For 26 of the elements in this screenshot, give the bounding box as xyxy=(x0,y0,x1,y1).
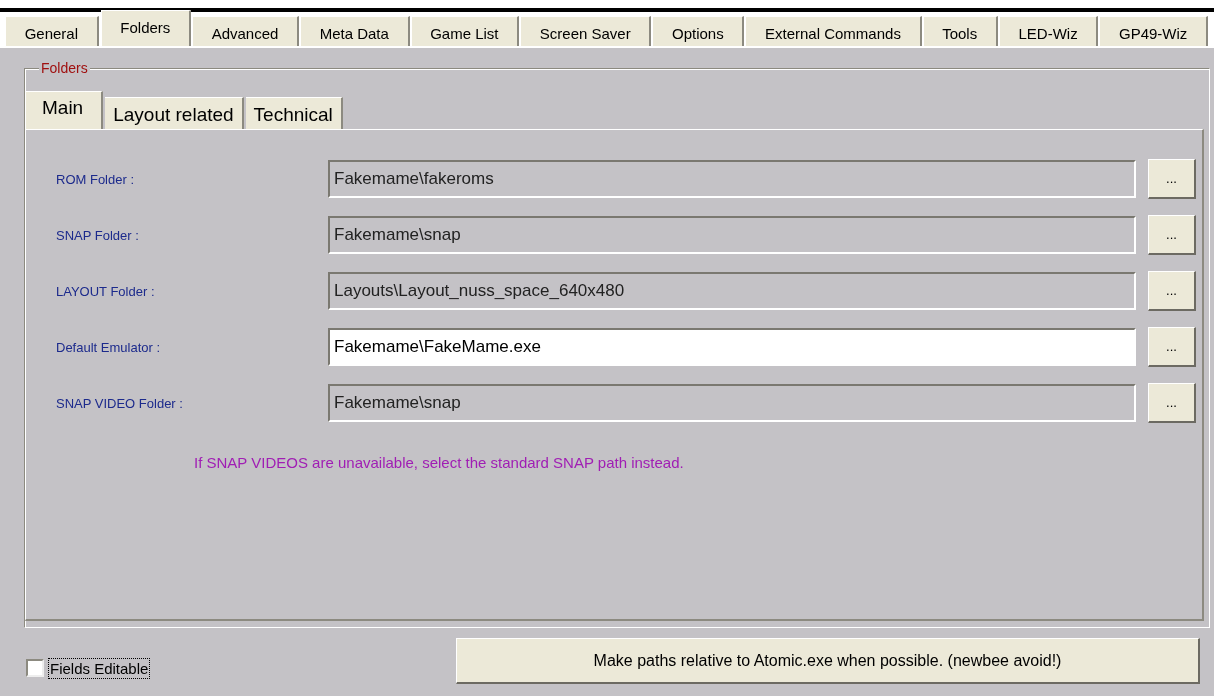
tab[interactable]: Meta Data xyxy=(301,16,410,46)
checkbox[interactable] xyxy=(26,659,44,677)
field-label: SNAP VIDEO Folder : xyxy=(56,395,184,411)
field-label: Default Emulator : xyxy=(56,339,162,355)
tab[interactable]: Tools xyxy=(923,16,998,46)
tab[interactable]: Main xyxy=(25,91,104,129)
tab[interactable]: Options xyxy=(653,16,745,46)
tab[interactable]: LED-Wiz xyxy=(999,16,1099,46)
tab[interactable]: Layout related xyxy=(105,97,244,129)
field-label: LAYOUT Folder : xyxy=(56,283,156,299)
tab[interactable]: Screen Saver xyxy=(521,16,652,46)
tab[interactable]: Folders xyxy=(100,10,191,46)
hint-text: If SNAP VIDEOS are unavailable, select the standard SNAP path instead. xyxy=(193,454,685,471)
browse-button[interactable]: ... xyxy=(1148,327,1196,367)
tab[interactable]: Advanced xyxy=(193,16,299,46)
field-label: SNAP Folder : xyxy=(56,227,140,243)
tab[interactable]: Game List xyxy=(411,16,520,46)
checkbox-label[interactable]: Fields Editable xyxy=(48,657,151,679)
tab[interactable]: GP49-Wiz xyxy=(1100,16,1208,46)
tab[interactable]: Technical xyxy=(245,97,343,129)
tab[interactable]: External Commands xyxy=(746,16,922,46)
field-label: ROM Folder : xyxy=(56,171,135,187)
group-title: Folders xyxy=(39,60,90,76)
tab[interactable]: General xyxy=(6,16,99,46)
path-field[interactable]: Fakemame\FakeMame.exe xyxy=(328,328,1136,366)
relative-paths-button[interactable]: Make paths relative to Atomic.exe when possible. (newbee avoid!) xyxy=(456,638,1200,684)
